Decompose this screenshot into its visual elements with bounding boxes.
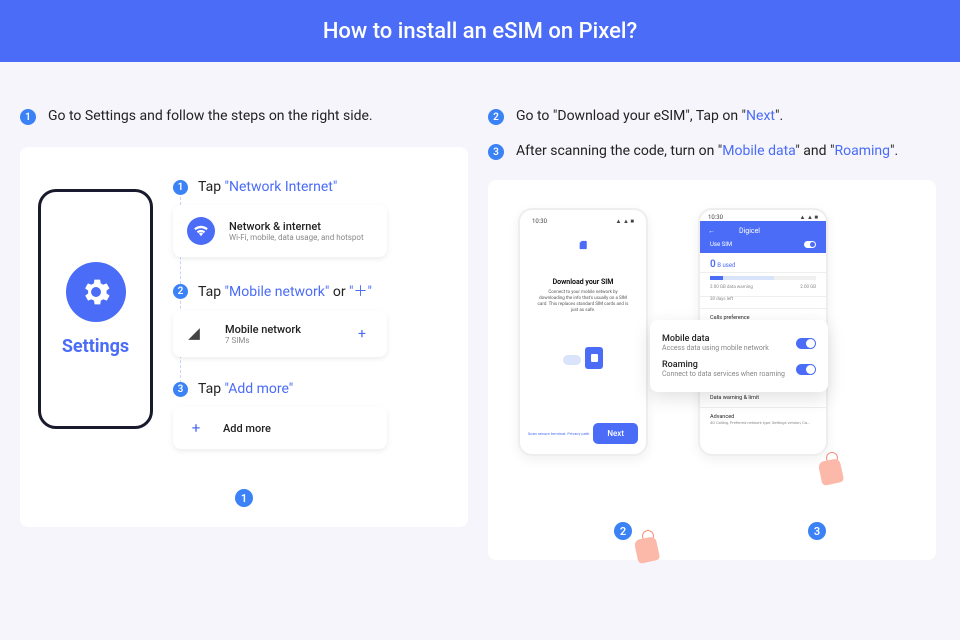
security-link[interactable]: Scan secure terminal. Privacy path	[528, 431, 589, 436]
instruction-2: 2 Go to "Download your eSIM", Tap on "Ne…	[488, 106, 936, 127]
step3-badge: 3	[173, 382, 188, 397]
add-sim-plus[interactable]: +	[351, 323, 373, 345]
sim-card-icon	[585, 347, 603, 369]
card2-title: Mobile network	[225, 323, 301, 336]
step1-text: Tap "Network Internet"	[198, 179, 337, 195]
finger-pointer-icon-2	[816, 446, 850, 488]
roaming-toggle[interactable]	[796, 364, 816, 375]
instruction-1: 1 Go to Settings and follow the steps on…	[20, 106, 468, 127]
badge-2: 2	[488, 109, 504, 125]
dl-desc: Connect to your mobile network by downlo…	[528, 290, 638, 313]
signal-icon	[187, 327, 201, 341]
right-column: 2 Go to "Download your eSIM", Tap on "Ne…	[488, 106, 936, 560]
instruction-1-text: Go to Settings and follow the steps on t…	[48, 106, 373, 127]
panel1-badge: 1	[235, 489, 253, 507]
step2-badge: 2	[173, 284, 188, 299]
plus-icon: +	[187, 419, 205, 437]
right-panel: 10:30▲ ▲ ■ Download your SIM Connect to …	[488, 180, 936, 560]
step-1: 1 Tap "Network Internet" Network & inter…	[173, 179, 450, 257]
sim-icon	[578, 240, 588, 250]
add-more-card[interactable]: + Add more	[173, 407, 387, 449]
data-bar	[710, 273, 816, 283]
left-panel: Settings 1 Tap "Network Internet" Networ…	[20, 147, 468, 527]
download-sim-phone: 10:30▲ ▲ ■ Download your SIM Connect to …	[518, 208, 648, 456]
card1-sub: Wi-Fi, mobile, data usage, and hotspot	[229, 233, 364, 242]
card2-sub: 7 SIMs	[225, 336, 301, 345]
step2-text: Tap "Mobile network" or "＋"	[198, 281, 372, 301]
mobile-data-row[interactable]: Mobile data Access data using mobile net…	[662, 330, 816, 356]
instruction-2-text: Go to "Download your eSIM", Tap on "Next…	[516, 106, 783, 127]
cloud-icon	[563, 355, 581, 365]
carrier-header: ← Digicel	[700, 221, 826, 241]
card3-title: Add more	[223, 422, 271, 435]
mobile-data-toggle[interactable]	[796, 338, 816, 349]
card1-title: Network & internet	[229, 220, 364, 233]
wifi-icon	[187, 217, 215, 245]
network-internet-card[interactable]: Network & internet Wi-Fi, mobile, data u…	[173, 205, 387, 257]
badge-3: 3	[488, 144, 504, 160]
panel2-badge: 2	[614, 522, 632, 540]
left-column: 1 Go to Settings and follow the steps on…	[20, 106, 468, 560]
carrier-name: Digicel	[739, 227, 760, 235]
dl-graphic	[528, 347, 638, 369]
panel3-badge: 3	[808, 522, 826, 540]
dl-title: Download your SIM	[528, 278, 638, 286]
roaming-row[interactable]: Roaming Connect to data services when ro…	[662, 356, 816, 382]
step3-text: Tap "Add more"	[198, 381, 293, 397]
use-sim-row[interactable]: Use SIM	[700, 241, 826, 253]
step-3: 3 Tap "Add more" + Add more	[173, 381, 450, 449]
statusbar-2: 10:30▲ ▲ ■	[700, 210, 826, 221]
back-icon[interactable]: ←	[708, 227, 715, 235]
next-button[interactable]: Next	[593, 423, 638, 444]
mobile-network-card[interactable]: Mobile network 7 SIMs +	[173, 311, 387, 357]
steps-column: 1 Tap "Network Internet" Network & inter…	[173, 179, 450, 507]
gear-icon	[66, 262, 126, 322]
step-2: 2 Tap "Mobile network" or "＋" Mobile net…	[173, 281, 450, 357]
header-title: How to install an eSIM on Pixel?	[323, 19, 637, 44]
phone-outline: Settings	[38, 189, 153, 429]
step1-badge: 1	[173, 180, 188, 195]
toggles-popup: Mobile data Access data using mobile net…	[650, 320, 828, 392]
advanced-row[interactable]: Advanced4G Calling, Preferred network ty…	[700, 408, 826, 431]
header-banner: How to install an eSIM on Pixel?	[0, 0, 960, 62]
finger-pointer-icon	[632, 524, 666, 566]
use-sim-toggle[interactable]	[804, 241, 816, 248]
badge-1: 1	[20, 109, 36, 125]
settings-label: Settings	[62, 336, 129, 357]
instruction-3-text: After scanning the code, turn on "Mobile…	[516, 141, 898, 162]
data-used: 0 B used	[700, 253, 826, 273]
instruction-3: 3 After scanning the code, turn on "Mobi…	[488, 141, 936, 162]
statusbar: 10:30▲ ▲ ■	[528, 218, 638, 229]
